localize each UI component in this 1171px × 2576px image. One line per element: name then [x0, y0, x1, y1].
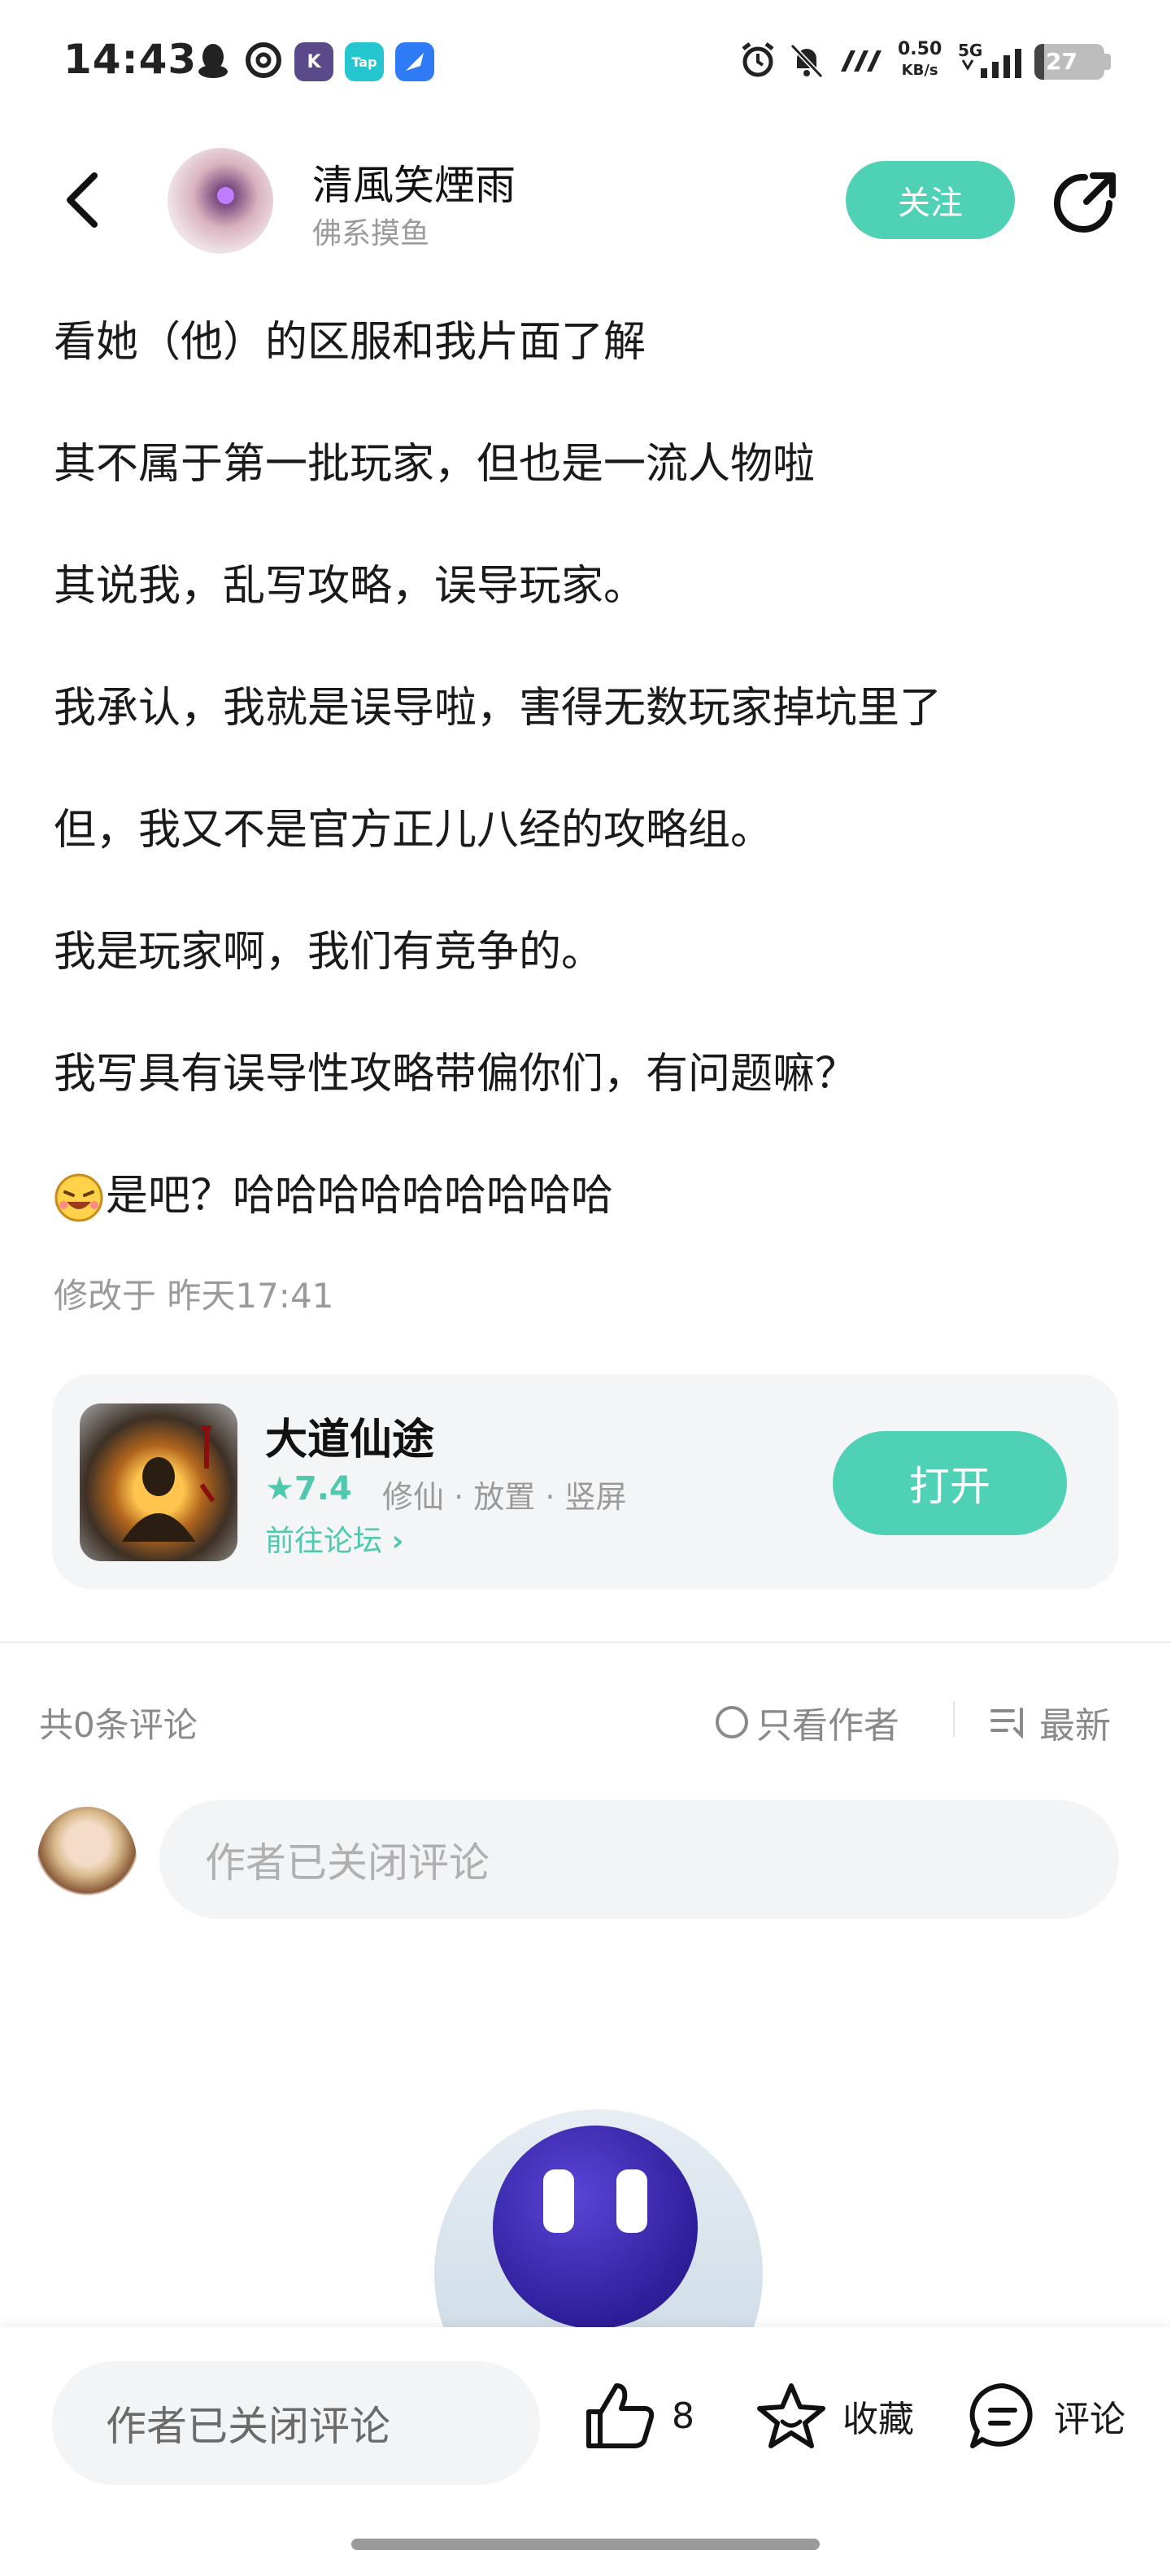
like-button[interactable]: 8	[584, 2381, 694, 2451]
status-time: 14:43	[63, 36, 198, 83]
netease-music-icon	[246, 42, 281, 78]
mascot-eye	[616, 2169, 647, 2233]
divider	[0, 1641, 1171, 1643]
author-only-toggle[interactable]: 只看作者	[716, 1696, 899, 1748]
favorite-label: 收藏	[842, 2399, 914, 2440]
network-speed: 0.50 KB/s	[898, 39, 942, 81]
forum-link[interactable]: 前往论坛 ›	[265, 1517, 403, 1560]
battery-fill	[1034, 44, 1044, 80]
post-line: 我写具有误导性攻略带偏你们，有问题嘛？	[54, 1050, 858, 1099]
post-line: 其不属于第一批玩家，但也是一流人物啦	[54, 440, 816, 489]
author-name[interactable]: 清風笑煙雨	[312, 153, 516, 211]
taptap-icon: Tap	[345, 42, 384, 81]
game-tags: 修仙 · 放置 · 竖屏	[382, 1479, 627, 1515]
post-line: 我是玩家啊，我们有竞争的。	[54, 928, 604, 977]
edit-timestamp: 修改于 昨天17:41	[54, 1276, 334, 1316]
share-icon[interactable]	[1049, 168, 1121, 239]
forum-link-label[interactable]: 前往论坛	[265, 1525, 382, 1558]
mute-bell-icon	[790, 43, 824, 79]
star-icon: ★	[265, 1470, 294, 1508]
thumbs-up-icon	[586, 2383, 655, 2448]
comment-input[interactable]: 作者已关闭评论	[159, 1800, 1119, 1919]
follow-button[interactable]: 关注	[846, 161, 1015, 239]
game-icon[interactable]	[80, 1403, 237, 1561]
sort-icon	[990, 1708, 1023, 1738]
mascot-head	[493, 2126, 698, 2329]
laughing-emoji-icon	[54, 1173, 103, 1222]
comment-bubble-icon	[969, 2383, 1033, 2448]
separator	[953, 1701, 955, 1737]
like-count: 8	[672, 2395, 694, 2437]
feather-app-icon	[395, 42, 434, 81]
comment-count: 共0条评论	[39, 1705, 198, 1745]
sort-toggle[interactable]: 最新	[990, 1696, 1111, 1748]
star-outline-icon	[757, 2383, 825, 2448]
post-line: 是吧？哈哈哈哈哈哈哈哈哈	[106, 1172, 614, 1221]
post-line: 我承认，我就是误导啦，害得无数玩家掉坑里了	[54, 684, 942, 733]
signal-icon	[961, 49, 1021, 78]
sort-label[interactable]: 最新	[1039, 1696, 1111, 1748]
favorite-button[interactable]: 收藏	[755, 2381, 914, 2451]
comment-label: 评论	[1054, 2399, 1125, 2440]
back-arrow-icon[interactable]	[59, 168, 107, 233]
radio-circle-icon	[716, 1706, 748, 1738]
comment-button[interactable]: 评论	[966, 2381, 1125, 2451]
game-rating: ★7.4	[265, 1470, 352, 1508]
battery-cap	[1104, 54, 1111, 70]
bottom-comment-input[interactable]: 作者已关闭评论	[52, 2361, 540, 2485]
post-line: 但，我又不是官方正儿八经的攻略组。	[54, 806, 773, 855]
game-rating-value: 7.4	[294, 1470, 352, 1508]
post-line: 其说我，乱写攻略，误导玩家。	[54, 562, 646, 611]
home-indicator[interactable]	[351, 2539, 820, 2550]
author-subtitle: 佛系摸鱼	[312, 217, 430, 250]
chevron-right-icon: ›	[391, 1525, 404, 1558]
net-speed-value: 0.50	[898, 39, 942, 59]
game-name[interactable]: 大道仙途	[265, 1405, 434, 1466]
author-avatar[interactable]	[168, 148, 273, 254]
qq-icon	[198, 44, 228, 78]
carrier-logo-icon	[841, 50, 882, 72]
post-line: 看她（他）的区服和我片面了解	[54, 318, 646, 367]
open-game-button[interactable]: 打开	[833, 1431, 1067, 1535]
author-only-label[interactable]: 只看作者	[756, 1696, 899, 1748]
k-app-icon: K	[294, 42, 333, 81]
alarm-icon	[742, 42, 774, 77]
mascot-eye	[543, 2169, 574, 2233]
user-avatar	[37, 1807, 137, 1912]
net-speed-unit: KB/s	[901, 62, 938, 79]
battery-level: 27	[1046, 48, 1077, 75]
